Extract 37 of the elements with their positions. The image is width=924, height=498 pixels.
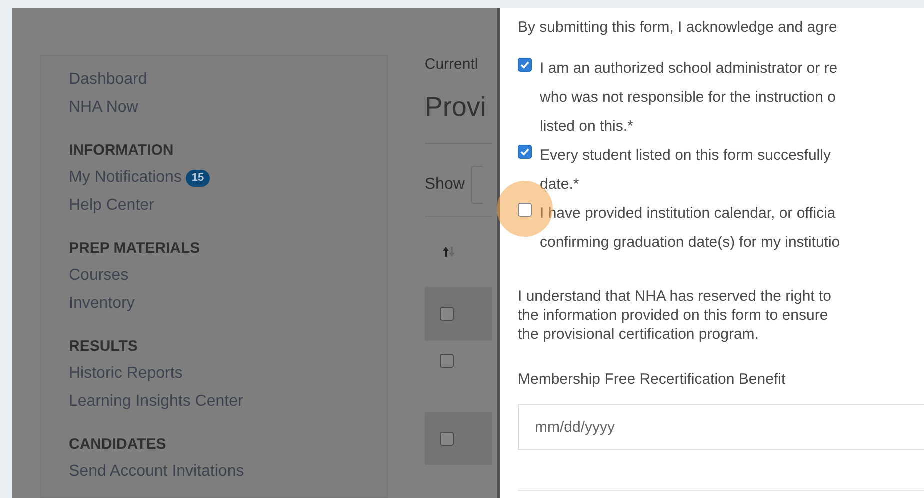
sidebar-link[interactable]: Courses bbox=[69, 262, 129, 290]
sidebar-link[interactable]: NHA Now bbox=[69, 94, 138, 122]
sort-icon[interactable] bbox=[442, 246, 455, 258]
agreement-text: date.* bbox=[540, 175, 580, 195]
show-label: Show bbox=[424, 175, 465, 195]
sidebar-link[interactable]: Send Account Invitations bbox=[69, 458, 244, 486]
date-field[interactable]: mm/dd/yyyy bbox=[518, 404, 924, 450]
sidebar-link[interactable]: Dashboard bbox=[69, 66, 148, 94]
checkbox[interactable] bbox=[518, 58, 532, 72]
sidebar-link[interactable]: Historic Reports bbox=[69, 360, 183, 388]
section-heading: PREP MATERIALS bbox=[69, 239, 202, 259]
breadcrumb: Currentl bbox=[424, 55, 480, 75]
section-heading: RESULTS bbox=[69, 337, 139, 357]
page-title: Provi bbox=[424, 90, 488, 124]
agreement-text: listed on this.* bbox=[540, 117, 634, 137]
notice-text: I understand that NHA has reserved the right to bbox=[518, 287, 833, 306]
sidebar-link[interactable]: Learning Insights Center bbox=[69, 388, 244, 416]
section-heading: CANDIDATES bbox=[69, 435, 168, 455]
checkbox[interactable] bbox=[518, 145, 532, 159]
field-label: Membership Free Recertification Benefit bbox=[518, 370, 787, 390]
notification-badge: 15 bbox=[186, 170, 210, 186]
agreement-text: who was not responsible for the instruction o bbox=[540, 88, 837, 108]
agreement-text: confirming graduation date(s) for my institutio bbox=[540, 233, 840, 253]
intro-text: By submitting this form, I acknowledge and agre bbox=[518, 18, 838, 38]
notice-text: the information provided on this form to ensure bbox=[518, 306, 830, 325]
checkbox[interactable] bbox=[440, 432, 454, 446]
agreement-text: I am an authorized school administrator or re bbox=[540, 59, 838, 79]
checkbox[interactable] bbox=[440, 307, 454, 321]
notice-text: the provisional certification program. bbox=[518, 325, 760, 344]
agreement-text: I have provided institution calendar, or officia bbox=[540, 204, 837, 224]
checkbox[interactable] bbox=[518, 203, 532, 217]
sidebar-link[interactable]: My Notifications bbox=[69, 164, 182, 192]
agreement-text: Every student listed on this form succesfully bbox=[540, 146, 831, 166]
sidebar-link[interactable]: Inventory bbox=[69, 290, 135, 318]
sidebar-link[interactable]: Help Center bbox=[69, 192, 154, 220]
checkbox[interactable] bbox=[440, 354, 454, 368]
section-heading: INFORMATION bbox=[69, 141, 175, 161]
